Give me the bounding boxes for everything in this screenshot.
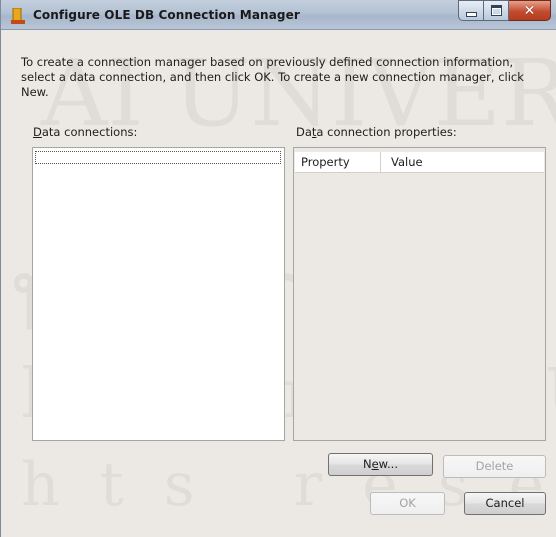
data-connection-properties-label: Data connection properties: xyxy=(296,125,457,139)
minimize-button[interactable] xyxy=(458,0,484,21)
window-title: Configure OLE DB Connection Manager xyxy=(33,8,300,22)
window-controls: ✕ xyxy=(458,0,551,22)
properties-grid[interactable]: Property Value xyxy=(293,147,546,441)
maximize-icon xyxy=(490,5,502,16)
ok-button[interactable]: OK xyxy=(370,492,445,515)
column-header-property[interactable]: Property xyxy=(295,152,381,172)
list-focus-rect xyxy=(35,151,281,164)
maximize-button[interactable] xyxy=(484,0,509,21)
grid-header: Property Value xyxy=(295,152,544,173)
data-connections-list[interactable] xyxy=(32,147,285,441)
minimize-icon xyxy=(465,12,477,17)
app-icon xyxy=(11,8,25,24)
close-icon: ✕ xyxy=(523,2,536,19)
instruction-text: To create a connection manager based on … xyxy=(21,55,524,99)
column-header-value[interactable]: Value xyxy=(381,152,544,172)
close-button[interactable]: ✕ xyxy=(509,0,551,21)
new-button[interactable]: New... xyxy=(328,453,433,476)
title-bar[interactable]: Configure OLE DB Connection Manager ✕ xyxy=(1,0,556,30)
cancel-button[interactable]: Cancel xyxy=(464,492,546,515)
delete-button[interactable]: Delete xyxy=(443,455,546,478)
dialog-window: Configure OLE DB Connection Manager ✕ AI… xyxy=(0,0,556,537)
data-connections-label: Data connections: xyxy=(33,125,138,139)
